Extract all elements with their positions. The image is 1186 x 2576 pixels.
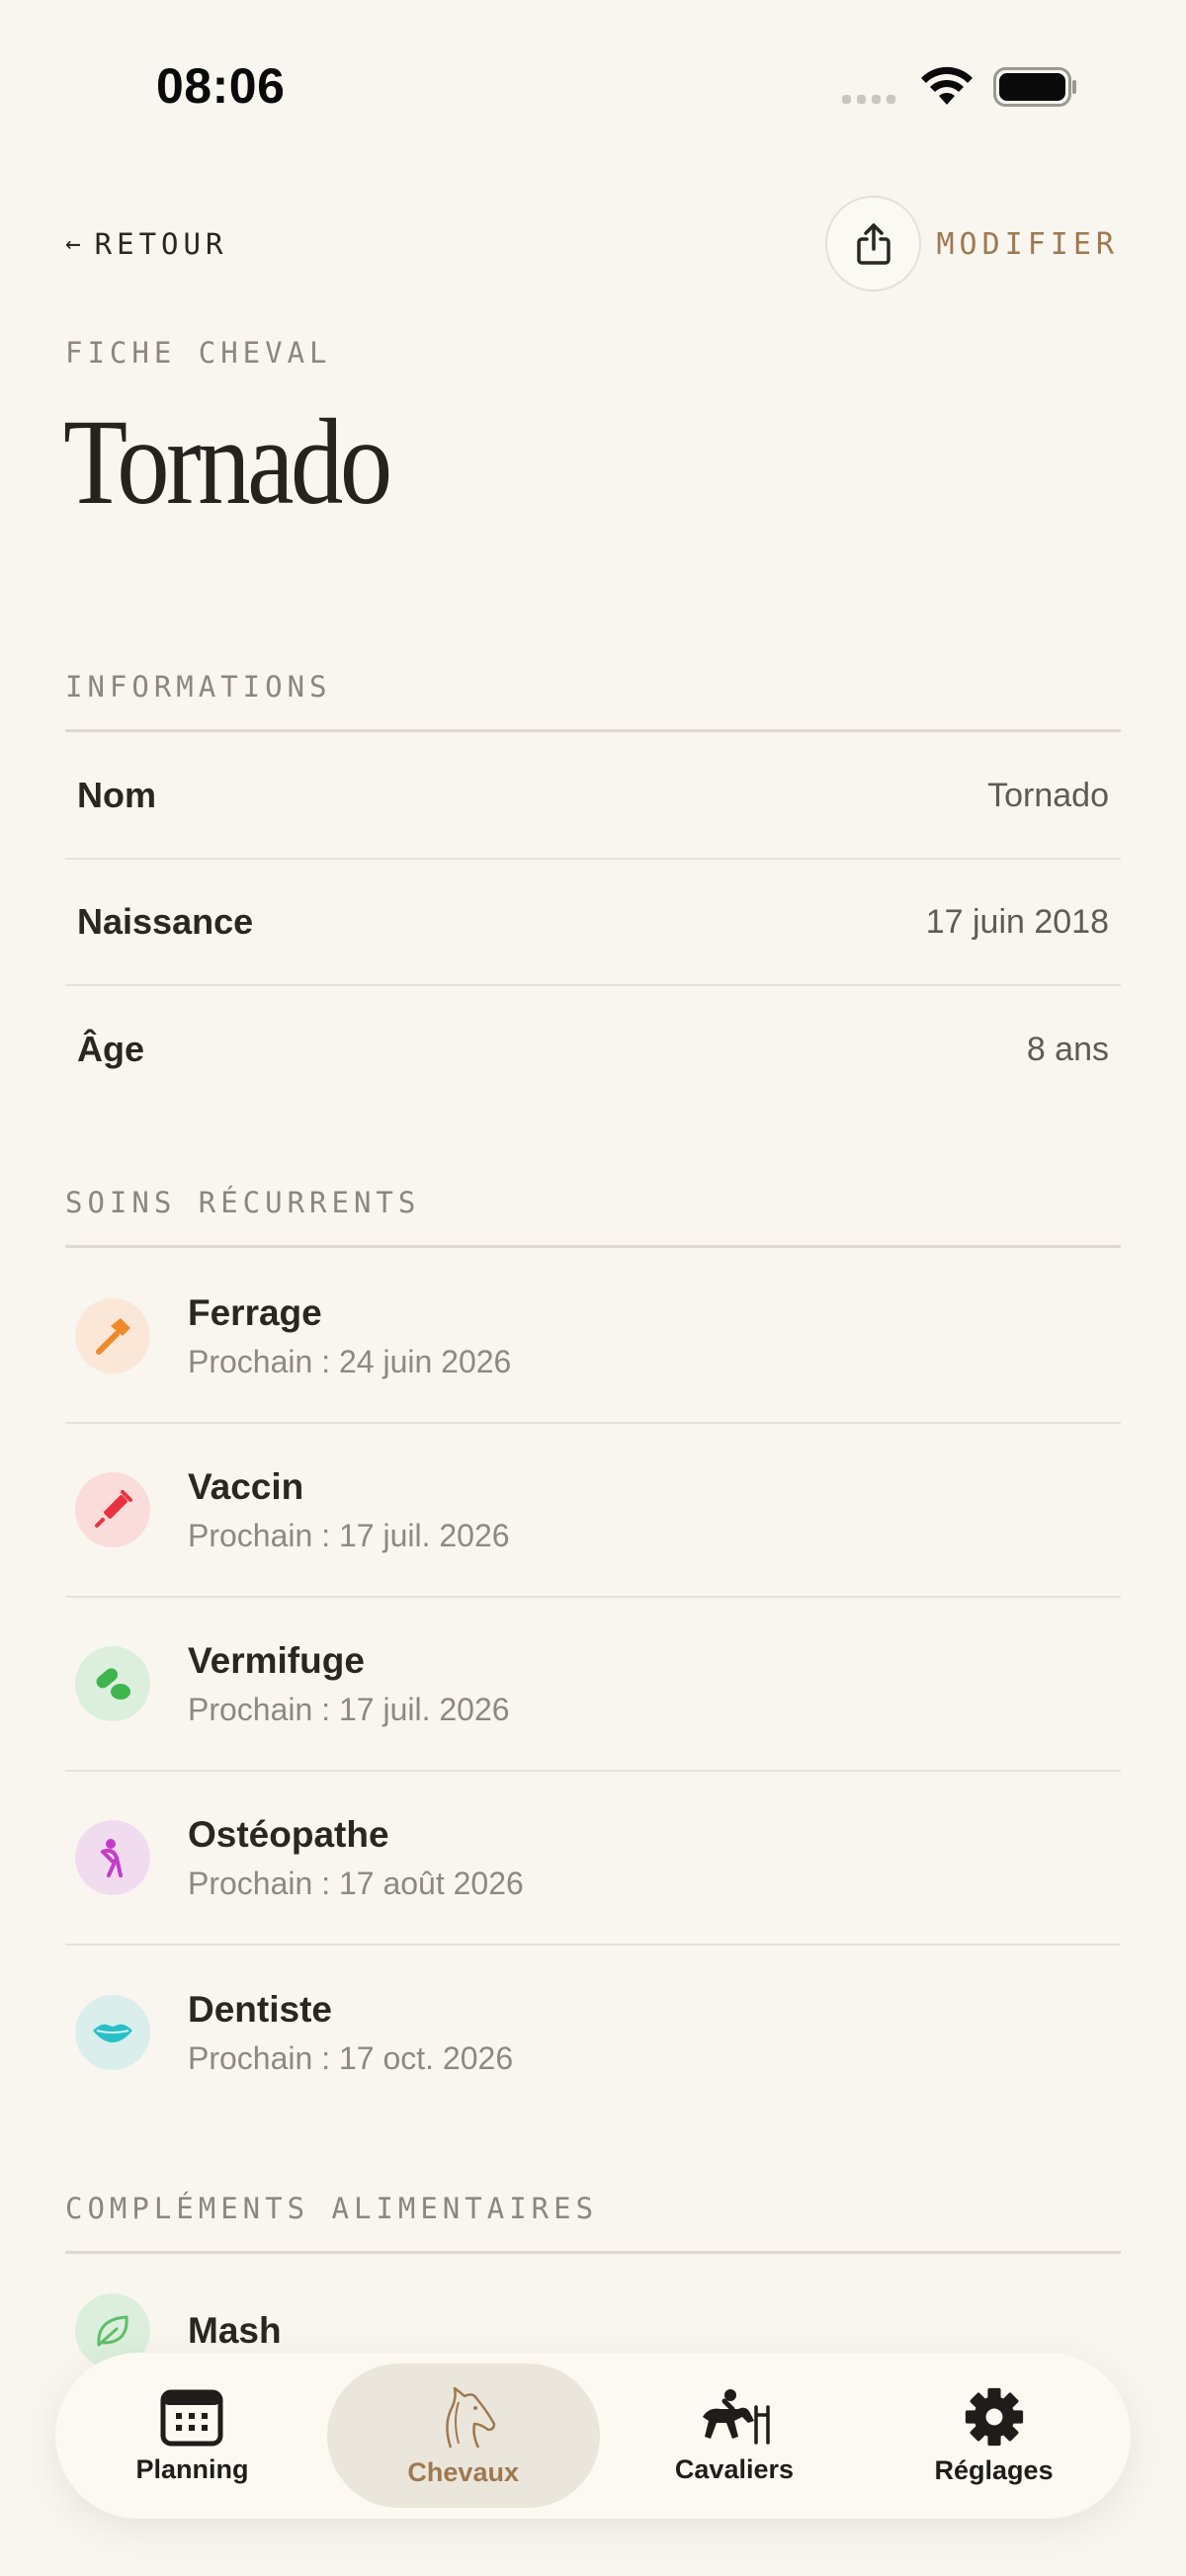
syringe-icon [95,1490,132,1528]
section-heading-informations: INFORMATIONS [65,670,1121,732]
care-item-dentiste[interactable]: Dentiste Prochain : 17 oct. 2026 [65,1946,1121,2119]
tab-reglages[interactable]: Réglages [869,2364,1119,2508]
tab-planning[interactable]: Planning [67,2364,317,2508]
info-row-birth: Naissance 17 juin 2018 [65,860,1121,986]
status-bar: 08:06 [0,0,1186,168]
care-next-date: Prochain : 17 juil. 2026 [188,1517,510,1553]
back-label: RETOUR [94,227,228,261]
care-icon-badge [75,1646,150,1721]
cellular-signal-icon [842,95,895,104]
leaf-icon [97,2315,128,2347]
care-icon-badge [75,1298,150,1373]
info-value: 17 juin 2018 [925,902,1109,941]
tab-chevaux[interactable]: Chevaux [326,2364,600,2508]
care-next-date: Prochain : 17 oct. 2026 [188,2039,514,2076]
tab-label: Réglages [934,2454,1054,2485]
care-list: Ferrage Prochain : 24 juin 2026 Vaccin P… [65,1250,1121,2119]
care-next-date: Prochain : 17 juil. 2026 [188,1691,510,1727]
tab-label: Cavaliers [674,2453,795,2484]
battery-icon [993,67,1076,107]
care-name: Vaccin [188,1465,304,1507]
gear-icon [965,2387,1023,2446]
page-title: Tornado [63,394,392,530]
share-icon [856,222,890,265]
modify-button[interactable]: MODIFIER [937,227,1120,262]
pills-icon [96,1668,130,1700]
care-name: Vermifuge [188,1639,365,1681]
info-label: Âge [77,1029,145,1069]
horse-head-icon [445,2386,495,2449]
info-row-age: Âge 8 ans [65,986,1121,1113]
status-time: 08:06 [156,58,286,114]
care-name: Dentiste [188,1988,332,2030]
stretch-figure-icon [101,1839,123,1877]
info-row-name: Nom Tornado [65,733,1121,860]
care-icon-badge [75,1820,150,1895]
tab-bar: Planning Chevaux Cavaliers Réglages [55,2353,1131,2519]
info-value: 8 ans [1026,1030,1109,1068]
tab-cavaliers[interactable]: Cavaliers [610,2364,860,2508]
supplement-name: Mash [188,2310,282,2351]
section-heading-care: SOINS RÉCURRENTS [65,1186,1121,1248]
info-value: Tornado [987,776,1109,814]
care-icon-badge [75,1472,150,1547]
care-item-vermifuge[interactable]: Vermifuge Prochain : 17 juil. 2026 [65,1598,1121,1772]
care-next-date: Prochain : 17 août 2026 [188,1865,524,1901]
care-item-vaccin[interactable]: Vaccin Prochain : 17 juil. 2026 [65,1424,1121,1598]
care-name: Ostéopathe [188,1813,389,1855]
rider-jumping-icon [702,2388,770,2445]
care-name: Ferrage [188,1291,322,1333]
hammer-icon [96,1318,130,1355]
section-heading-supplements: COMPLÉMENTS ALIMENTAIRES [65,2192,1121,2254]
page-eyebrow: FICHE CHEVAL [65,336,332,370]
tab-label: Planning [135,2453,249,2484]
info-label: Nom [77,775,156,815]
lips-icon [93,2024,132,2042]
calendar-icon [160,2389,223,2446]
care-item-osteopathe[interactable]: Ostéopathe Prochain : 17 août 2026 [65,1772,1121,1946]
share-button[interactable] [825,196,921,291]
back-button[interactable]: ← RETOUR [65,227,227,261]
wifi-icon [921,66,973,105]
care-next-date: Prochain : 24 juin 2026 [188,1343,512,1379]
care-item-ferrage[interactable]: Ferrage Prochain : 24 juin 2026 [65,1250,1121,1424]
tab-label: Chevaux [407,2456,519,2487]
info-list: Nom Tornado Naissance 17 juin 2018 Âge 8… [65,733,1121,1113]
arrow-left-icon: ← [65,229,81,259]
info-label: Naissance [77,901,254,942]
care-icon-badge [75,1995,150,2070]
